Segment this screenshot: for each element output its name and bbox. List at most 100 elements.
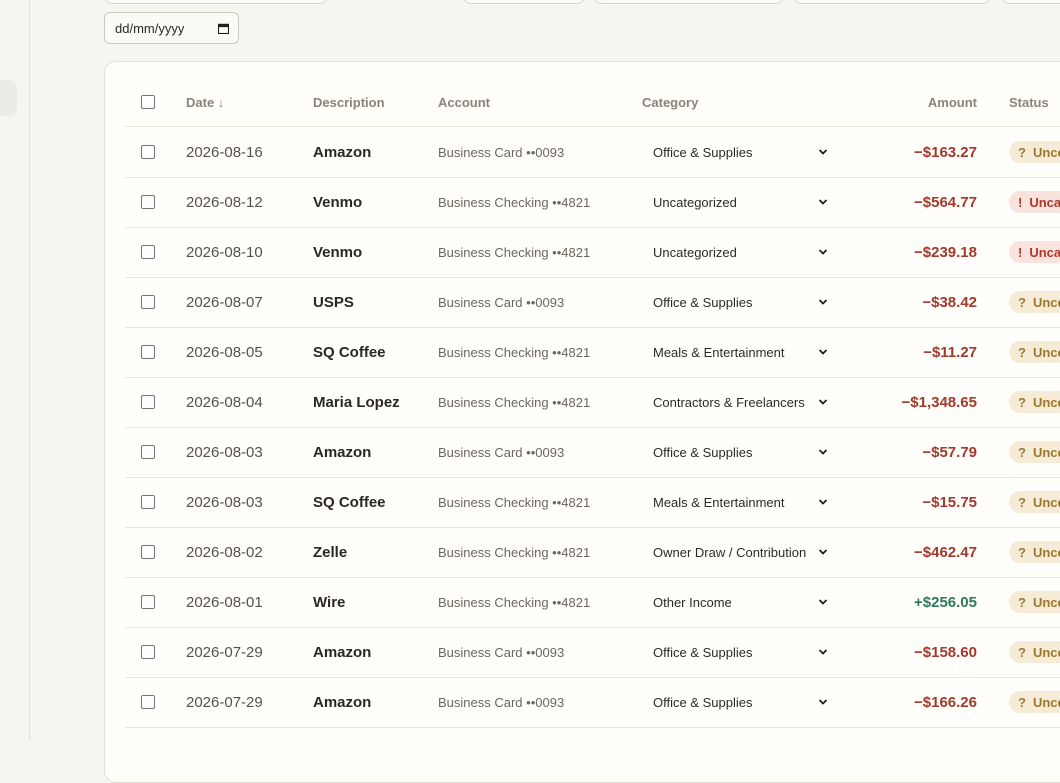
status-label: Uncategorized xyxy=(1029,244,1060,260)
category-select-value: Office & Supplies xyxy=(653,444,753,460)
row-date: 2026-08-01 xyxy=(186,593,263,611)
table-row[interactable]: 2026-08-10 Venmo Business Checking ••4821 U… xyxy=(125,227,1060,278)
row-checkbox[interactable] xyxy=(141,545,155,559)
table-row[interactable]: 2026-08-12 Venmo Business Checking ••4821 U… xyxy=(125,177,1060,228)
row-account: Business Card ••0093 xyxy=(438,644,565,660)
category-select[interactable]: Meals & Entertainment xyxy=(642,327,837,377)
table-row[interactable]: 2026-07-29 Amazon Business Card ••0093 Offi… xyxy=(125,627,1060,678)
row-amount: −$158.60 xyxy=(914,643,977,661)
chevron-down-icon xyxy=(818,649,828,655)
filter-field[interactable] xyxy=(793,0,991,4)
status-badge: ? Uncertain xyxy=(1009,327,1060,377)
row-account: Business Checking ••4821 xyxy=(438,594,591,610)
row-checkbox[interactable] xyxy=(141,345,155,359)
status-label: Uncertain xyxy=(1032,594,1060,610)
category-select-value: Meals & Entertainment xyxy=(653,344,785,360)
table-row[interactable]: 2026-08-01 Wire Business Checking ••4821 Ot… xyxy=(125,577,1060,628)
status-badge: ? Uncertain xyxy=(1009,677,1060,727)
column-header-account[interactable]: Account xyxy=(438,78,490,126)
category-select[interactable]: Contractors & Freelancers xyxy=(642,377,837,427)
filter-field[interactable] xyxy=(104,0,328,4)
sidebar xyxy=(0,0,30,740)
row-date: 2026-07-29 xyxy=(186,643,263,661)
row-description: Venmo xyxy=(313,243,363,261)
date-filter-input[interactable]: dd/mm/yyyy xyxy=(104,12,239,44)
row-checkbox[interactable] xyxy=(141,445,155,459)
calendar-icon[interactable] xyxy=(218,23,229,34)
row-amount: −$564.77 xyxy=(914,193,977,211)
status-icon: ? xyxy=(1018,394,1026,410)
row-checkbox[interactable] xyxy=(141,245,155,259)
filter-field[interactable] xyxy=(1001,0,1060,4)
status-icon: ! xyxy=(1018,194,1023,210)
row-checkbox[interactable] xyxy=(141,195,155,209)
category-select[interactable]: Office & Supplies xyxy=(642,277,837,327)
row-checkbox[interactable] xyxy=(141,595,155,609)
category-select[interactable]: Office & Supplies xyxy=(642,677,837,727)
row-amount: −$38.42 xyxy=(922,293,977,311)
table-row[interactable]: 2026-08-05 SQ Coffee Business Checking ••4… xyxy=(125,327,1060,378)
status-badge: ! Uncategorized xyxy=(1009,177,1060,227)
row-account: Business Card ••0093 xyxy=(438,444,565,460)
table-row[interactable]: 2026-08-16 Amazon Business Card ••0093 Offi… xyxy=(125,127,1060,178)
chevron-down-icon xyxy=(818,449,828,455)
row-checkbox[interactable] xyxy=(141,695,155,709)
status-icon: ? xyxy=(1018,144,1026,160)
table-row[interactable]: 2026-08-07 USPS Business Card ••0093 Office… xyxy=(125,277,1060,328)
category-select[interactable]: Meals & Entertainment xyxy=(642,477,837,527)
category-select[interactable]: Uncategorized xyxy=(642,227,837,277)
chevron-down-icon xyxy=(818,149,828,155)
chevron-down-icon xyxy=(818,399,828,405)
category-select[interactable]: Other Income xyxy=(642,577,837,627)
row-account: Business Checking ••4821 xyxy=(438,344,591,360)
table-row[interactable]: 2026-08-03 Amazon Business Card ••0093 Offi… xyxy=(125,427,1060,478)
row-description: SQ Coffee xyxy=(313,493,386,511)
chevron-down-icon xyxy=(818,549,828,555)
column-header-date[interactable]: Date ↓ xyxy=(186,78,224,126)
filter-field[interactable] xyxy=(463,0,585,4)
category-select[interactable]: Uncategorized xyxy=(642,177,837,227)
row-checkbox[interactable] xyxy=(141,645,155,659)
row-date: 2026-08-03 xyxy=(186,493,263,511)
row-checkbox[interactable] xyxy=(141,295,155,309)
row-amount: −$462.47 xyxy=(914,543,977,561)
status-label: Uncertain xyxy=(1032,444,1060,460)
row-date: 2026-08-04 xyxy=(186,393,263,411)
row-account: Business Checking ••4821 xyxy=(438,494,591,510)
status-label: Uncertain xyxy=(1032,544,1060,560)
category-select-value: Office & Supplies xyxy=(653,694,753,710)
table-row[interactable]: 2026-08-03 SQ Coffee Business Checking ••4… xyxy=(125,477,1060,528)
column-header-description[interactable]: Description xyxy=(313,78,385,126)
status-label: Uncategorized xyxy=(1029,194,1060,210)
status-icon: ? xyxy=(1018,494,1026,510)
column-header-category[interactable]: Category xyxy=(642,78,698,126)
category-select[interactable]: Office & Supplies xyxy=(642,127,837,177)
date-filter-placeholder: dd/mm/yyyy xyxy=(115,20,185,36)
table-row[interactable]: 2026-08-04 Maria Lopez Business Checking •… xyxy=(125,377,1060,428)
select-all-checkbox[interactable] xyxy=(141,95,155,109)
column-header-amount[interactable]: Amount xyxy=(885,78,977,126)
status-icon: ? xyxy=(1018,444,1026,460)
sidebar-active-item[interactable] xyxy=(0,80,17,116)
status-icon: ? xyxy=(1018,294,1026,310)
category-select[interactable]: Office & Supplies xyxy=(642,427,837,477)
row-date: 2026-08-02 xyxy=(186,543,263,561)
row-checkbox[interactable] xyxy=(141,495,155,509)
table-row[interactable]: 2026-08-02 Zelle Business Checking ••4821 O… xyxy=(125,527,1060,578)
filter-field[interactable] xyxy=(594,0,784,4)
category-select[interactable]: Office & Supplies xyxy=(642,627,837,677)
category-select[interactable]: Owner Draw / Contribution xyxy=(642,527,837,577)
row-date: 2026-08-10 xyxy=(186,243,263,261)
column-header-status[interactable]: Status xyxy=(1009,78,1049,126)
category-select-value: Office & Supplies xyxy=(653,144,753,160)
category-select-value: Contractors & Freelancers xyxy=(653,394,805,410)
row-amount: −$166.26 xyxy=(914,693,977,711)
table-row[interactable]: 2026-07-29 Amazon Business Card ••0093 Offi… xyxy=(125,677,1060,728)
row-checkbox[interactable] xyxy=(141,395,155,409)
row-amount: −$239.18 xyxy=(914,243,977,261)
status-badge: ? Uncertain xyxy=(1009,127,1060,177)
chevron-down-icon xyxy=(818,349,828,355)
row-date: 2026-07-29 xyxy=(186,693,263,711)
row-description: Amazon xyxy=(313,693,372,711)
row-checkbox[interactable] xyxy=(141,145,155,159)
